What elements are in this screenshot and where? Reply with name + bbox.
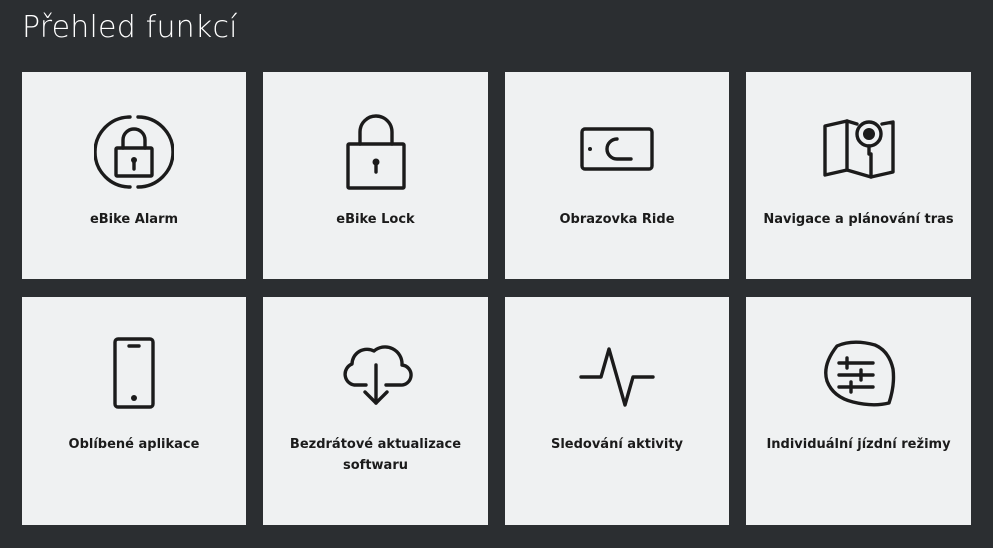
feature-tile-activity-tracking[interactable]: Sledování aktivity: [505, 297, 729, 525]
feature-tile-ebike-lock[interactable]: eBike Lock: [263, 72, 488, 279]
feature-label: Bezdrátové aktualizace softwaru: [289, 437, 462, 473]
alarm-lock-icon: [94, 112, 174, 192]
ride-screen-icon: [577, 112, 657, 192]
smartphone-icon: [94, 337, 174, 417]
feature-label: eBike Lock: [336, 212, 415, 227]
feature-label: Obrazovka Ride: [559, 212, 675, 227]
feature-label: Oblíbené aplikace: [68, 437, 200, 452]
feature-tile-favorite-apps[interactable]: Oblíbené aplikace: [22, 297, 246, 525]
feature-tile-riding-modes[interactable]: Individuální jízdní režimy: [746, 297, 971, 525]
activity-pulse-icon: [577, 337, 657, 417]
feature-overview-page: Přehled funkcí eBike Alarm eBike Lock Ob…: [0, 0, 993, 548]
feature-tile-ebike-alarm[interactable]: eBike Alarm: [22, 72, 246, 279]
feature-label: eBike Alarm: [89, 212, 179, 227]
padlock-icon: [336, 112, 416, 192]
page-title: Přehled funkcí: [22, 10, 238, 45]
feature-tile-wireless-updates[interactable]: Bezdrátové aktualizace softwaru: [263, 297, 488, 525]
feature-label: Navigace a plánování tras: [763, 212, 954, 227]
feature-label: Sledování aktivity: [550, 437, 684, 452]
sliders-icon: [819, 337, 899, 417]
feature-label: Individuální jízdní režimy: [766, 437, 951, 452]
feature-tile-navigation[interactable]: Navigace a plánování tras: [746, 72, 971, 279]
map-pin-icon: [819, 112, 899, 192]
feature-tile-ride-screen[interactable]: Obrazovka Ride: [505, 72, 729, 279]
cloud-download-icon: [336, 337, 416, 417]
